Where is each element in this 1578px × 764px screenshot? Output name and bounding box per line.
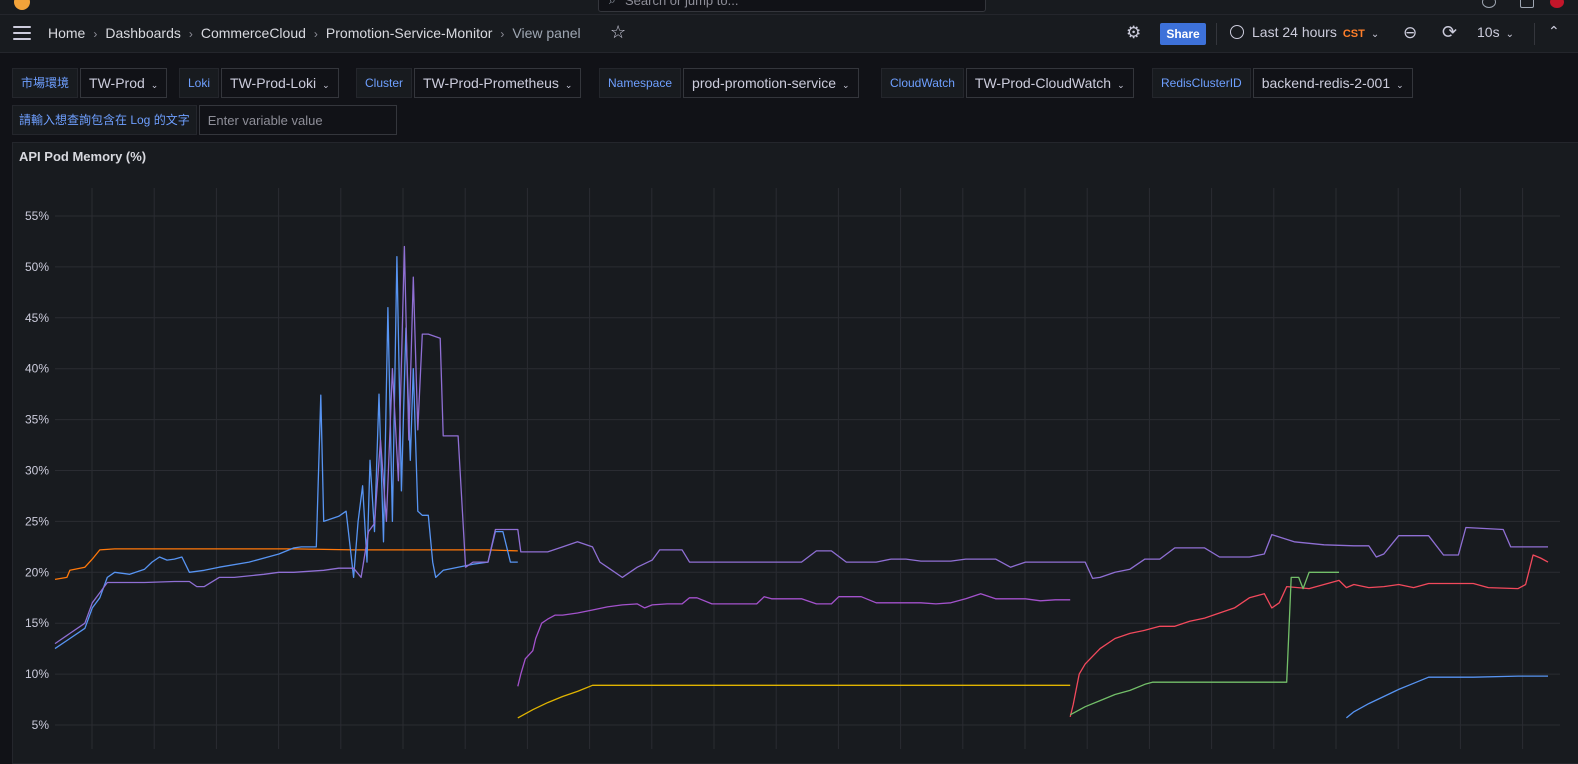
series-line-5[interactable] — [1069, 554, 1549, 718]
series-line-7[interactable] — [1345, 675, 1548, 719]
y-tick-label: 15% — [25, 616, 49, 630]
y-tick-label: 50% — [25, 260, 49, 274]
series-line-4[interactable] — [517, 684, 1071, 719]
y-tick-label: 55% — [25, 209, 49, 223]
y-tick-label: 10% — [25, 667, 49, 681]
series-line-6[interactable] — [1069, 571, 1339, 716]
series-line-0[interactable] — [54, 548, 518, 581]
y-tick-label: 25% — [25, 514, 49, 528]
y-tick-label: 30% — [25, 464, 49, 478]
y-tick-label: 20% — [25, 565, 49, 579]
y-tick-label: 35% — [25, 413, 49, 427]
chart[interactable]: 5% 10% 15% 20% 25% 30% 35% 40% 45% 50% 55% — [0, 0, 1578, 752]
y-tick-label: 40% — [25, 362, 49, 376]
y-tick-label: 5% — [32, 718, 50, 732]
series-line-1[interactable] — [54, 256, 518, 650]
series-line-3[interactable] — [517, 593, 1071, 687]
y-tick-label: 45% — [25, 311, 49, 325]
